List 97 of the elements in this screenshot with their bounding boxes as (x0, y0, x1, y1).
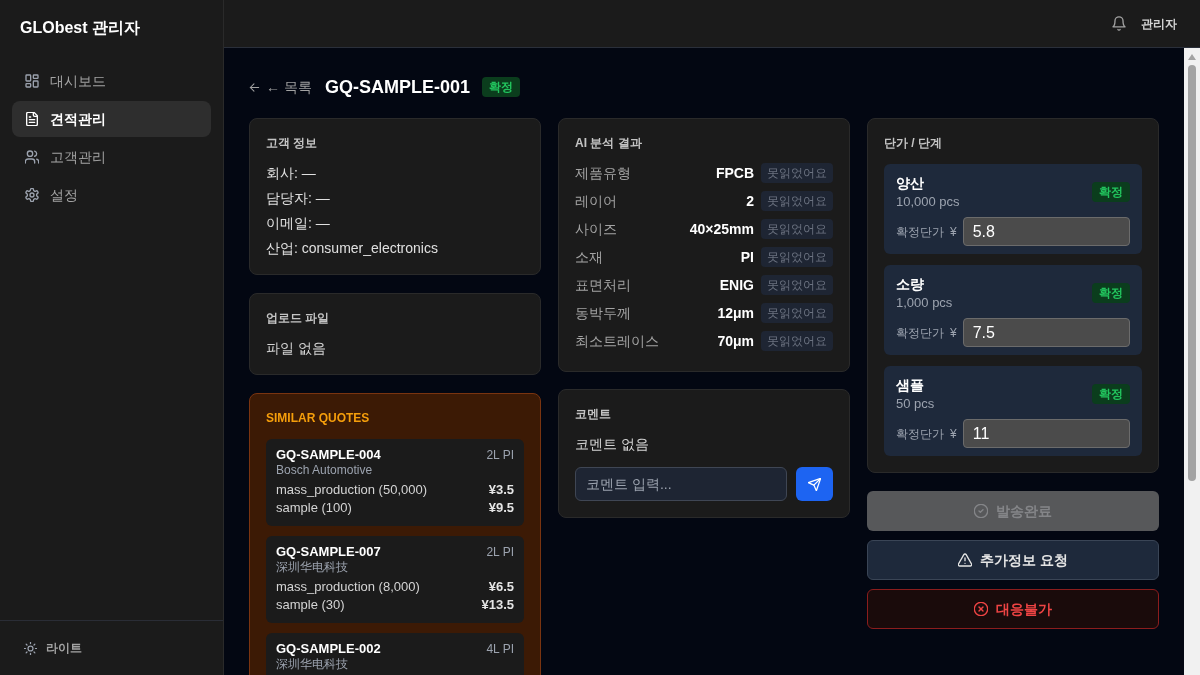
card-heading: AI 분석 결과 (575, 135, 643, 151)
unread-badge: 못읽었어요 (761, 275, 833, 295)
action-button[interactable]: 추가정보 요청 (867, 540, 1159, 580)
tier-label: mass_production (50,000) (276, 481, 428, 499)
price-label: 확정단가 (896, 425, 944, 443)
warning-icon (958, 553, 973, 567)
info-field: 회사: — (266, 163, 316, 183)
empty-text: 코멘트 없음 (575, 435, 650, 454)
status-badge: 확정 (1092, 384, 1130, 404)
quote-id: GQ-SAMPLE-004 (276, 447, 381, 463)
tier-price: ¥3.5 (488, 481, 514, 499)
spec-label: 최소트레이스 (575, 331, 659, 351)
spec-label: 소재 (575, 247, 603, 267)
status-badge: 확정 (1092, 182, 1130, 202)
company-name: Bosch Automotive (276, 463, 374, 478)
spec-value: 70μm (717, 331, 754, 351)
price-label: 확정단가 (896, 324, 944, 342)
quote-title: GQ-SAMPLE-001 (324, 75, 470, 99)
info-field: 산업: consumer_electronics (266, 238, 438, 258)
currency-symbol: ¥ (950, 324, 957, 342)
status-badge: 확정 (1092, 283, 1130, 303)
user-menu[interactable]: 관리자 (1141, 14, 1177, 33)
quote-card[interactable]: GQ-SAMPLE-004 2L PI Bosch Automotive mass_production (50,000) ¥3.5 sample (100) ¥9.5 (266, 439, 524, 526)
action-button[interactable]: 대응불가 (867, 589, 1159, 629)
unread-badge: 못읽었어요 (761, 163, 833, 183)
price-label: 확정단가 (896, 223, 944, 241)
tier-label: sample (100) (276, 499, 352, 517)
quote-spec: 2L PI (486, 447, 514, 463)
company-name: 深圳华电科技 (276, 657, 349, 672)
card-heading: 단가 / 단계 (884, 135, 943, 151)
spec-value: 2 (746, 191, 754, 211)
empty-text: 파일 없음 (266, 339, 327, 358)
company-name: 深圳华电科技 (276, 560, 349, 575)
users-icon (25, 150, 39, 164)
tier-quantity: 50 pcs (896, 395, 935, 413)
scroll-up-icon[interactable] (1188, 54, 1196, 60)
send-icon (808, 477, 821, 491)
spec-label: 표면처리 (575, 275, 631, 295)
tier-name: 양산 (896, 174, 924, 193)
app-title: GLObest 관리자 (20, 18, 140, 38)
document-icon (25, 112, 39, 126)
spec-label: 동박두께 (575, 303, 631, 323)
tier-price: ¥9.5 (488, 499, 514, 517)
currency-symbol: ¥ (950, 223, 957, 241)
sidebar-item[interactable]: 대시보드 (12, 63, 211, 99)
unread-badge: 못읽었어요 (761, 219, 833, 239)
price-input[interactable]: 7.5 (962, 318, 1130, 347)
spec-label: 레이어 (575, 191, 617, 211)
arrow-left-icon (249, 81, 260, 93)
settings-icon (25, 188, 39, 202)
card-heading: 업로드 파일 (266, 310, 331, 326)
card-heading: 고객 정보 (266, 135, 319, 151)
tier-name: 소량 (896, 275, 924, 294)
quote-spec: 2L PI (486, 544, 514, 560)
send-button[interactable] (796, 467, 833, 501)
scroll-thumb[interactable] (1188, 65, 1196, 481)
tier-price: ¥6.5 (488, 578, 514, 596)
theme-toggle[interactable]: 라이트 (24, 639, 82, 657)
spec-label: 사이즈 (575, 219, 617, 239)
spec-value: ENIG (719, 275, 754, 295)
price-input[interactable]: 5.8 (962, 217, 1130, 246)
spec-value: FPCB (715, 163, 754, 183)
info-field: 이메일: — (266, 213, 330, 233)
back-link[interactable]: ← 목록 (249, 76, 312, 98)
tier-quantity: 10,000 pcs (896, 193, 960, 211)
sidebar-item[interactable]: 설정 (12, 177, 211, 213)
price-input[interactable]: 11 (962, 419, 1130, 448)
unread-badge: 못읽었어요 (761, 303, 833, 323)
sun-icon (24, 641, 37, 655)
unread-badge: 못읽었어요 (761, 191, 833, 211)
sidebar-item[interactable]: 견적관리 (12, 101, 211, 137)
card-heading: 코멘트 (575, 406, 612, 422)
spec-value: 12μm (717, 303, 754, 323)
spec-value: PI (740, 247, 754, 267)
card-heading: SIMILAR QUOTES (266, 410, 371, 426)
tier-quantity: 1,000 pcs (896, 294, 953, 312)
tier-name: 샘플 (896, 376, 924, 395)
tier-label: sample (30) (276, 596, 345, 614)
quote-id: GQ-SAMPLE-002 (276, 641, 381, 657)
tier-label: mass_production (8,000) (276, 578, 420, 596)
tier-price: ¥13.5 (481, 596, 514, 614)
unread-badge: 못읽었어요 (761, 247, 833, 267)
unread-badge: 못읽었어요 (761, 331, 833, 351)
currency-symbol: ¥ (950, 425, 957, 443)
spec-label: 제품유형 (575, 163, 631, 183)
quote-spec: 4L PI (486, 641, 514, 657)
quote-card[interactable]: GQ-SAMPLE-002 4L PI 深圳华电科技 (266, 633, 524, 675)
scrollbar[interactable] (1184, 48, 1200, 675)
quote-id: GQ-SAMPLE-007 (276, 544, 381, 560)
dashboard-icon (25, 74, 39, 88)
comment-input[interactable]: 코멘트 입력... (575, 467, 787, 501)
quote-card[interactable]: GQ-SAMPLE-007 2L PI 深圳华电科技 mass_production (8,000) ¥6.5 sample (30) ¥13.5 (266, 536, 524, 623)
status-badge: 확정 (481, 77, 520, 97)
bell-icon[interactable] (1112, 16, 1126, 31)
spec-value: 40×25mm (689, 219, 754, 239)
sidebar-item[interactable]: 고객관리 (12, 139, 211, 175)
info-field: 담당자: — (266, 188, 330, 208)
